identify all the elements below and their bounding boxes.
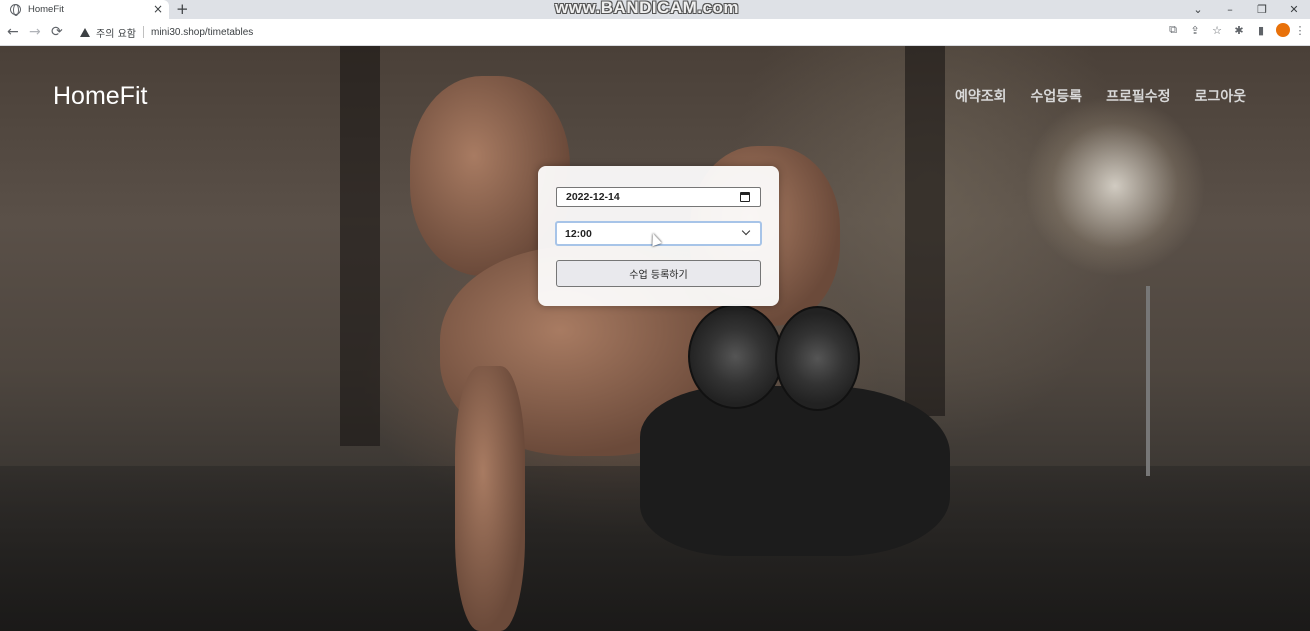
dumbbell: [688, 304, 783, 409]
toolbar-actions: ⧉ ⇪ ☆ ✱ ▮ ⋮: [1162, 23, 1306, 37]
security-warning[interactable]: 주의 요함: [96, 25, 136, 40]
reload-button[interactable]: ⟳: [51, 23, 63, 41]
background-pillar: [340, 46, 380, 446]
browser-menu-icon[interactable]: ⋮: [1294, 24, 1306, 37]
window-controls: ⌄ – ❐ ✕: [1182, 0, 1310, 19]
nav-edit-profile[interactable]: 프로필수정: [1106, 86, 1170, 106]
bookmark-star-icon[interactable]: ☆: [1206, 24, 1228, 37]
light-stand: [1146, 286, 1150, 476]
browser-toolbar: ← → ⟳ 주의 요함 mini30.shop/timetables ⧉ ⇪ ☆…: [0, 19, 1310, 46]
recording-watermark: www.BANDICAM.com: [555, 0, 739, 17]
globe-icon: [10, 4, 21, 16]
hero-background: HomeFit 예약조회 수업등록 프로필수정 로그아웃 2022-12-14 …: [0, 46, 1310, 631]
omnibox-divider: [142, 26, 144, 38]
forward-button[interactable]: →: [29, 23, 41, 41]
register-class-button[interactable]: 수업 등록하기: [556, 260, 761, 287]
tab-title: HomeFit: [28, 4, 64, 15]
close-window-button[interactable]: ✕: [1278, 3, 1310, 16]
nav-reservations[interactable]: 예약조회: [955, 86, 1007, 106]
browser-tab[interactable]: HomeFit ×: [0, 0, 169, 19]
tab-close-button[interactable]: ×: [153, 2, 163, 16]
nav-register-class[interactable]: 수업등록: [1031, 86, 1083, 106]
back-button[interactable]: ←: [7, 23, 19, 41]
time-value: 12:00: [565, 227, 592, 240]
profile-avatar[interactable]: [1276, 23, 1290, 37]
athlete-arm: [455, 366, 525, 631]
address-bar[interactable]: 주의 요함 mini30.shop/timetables: [72, 22, 1152, 42]
warning-icon[interactable]: [80, 27, 90, 37]
minimize-button[interactable]: –: [1214, 3, 1246, 16]
chevron-down-icon: [741, 226, 751, 236]
date-value: 2022-12-14: [566, 191, 620, 203]
browser-tabstrip: HomeFit × + www.BANDICAM.com ⌄ – ❐ ✕: [0, 0, 1310, 19]
side-panel-icon[interactable]: ▮: [1250, 24, 1272, 37]
share-icon[interactable]: ⇪: [1184, 24, 1206, 37]
nav-logout[interactable]: 로그아웃: [1194, 86, 1246, 106]
new-tab-button[interactable]: +: [176, 0, 189, 18]
url-text[interactable]: mini30.shop/timetables: [151, 27, 253, 38]
tab-search-chevron-icon[interactable]: ⌄: [1182, 3, 1214, 16]
main-nav: 예약조회 수업등록 프로필수정 로그아웃: [931, 86, 1246, 106]
date-input[interactable]: 2022-12-14: [556, 187, 761, 207]
site-logo[interactable]: HomeFit: [53, 82, 147, 111]
extensions-icon[interactable]: ✱: [1228, 24, 1250, 37]
restore-button[interactable]: ❐: [1246, 3, 1278, 16]
dumbbell-plate: [775, 306, 860, 411]
calendar-icon[interactable]: [740, 192, 750, 202]
translate-icon[interactable]: ⧉: [1162, 23, 1184, 37]
athlete-shorts: [640, 386, 950, 556]
